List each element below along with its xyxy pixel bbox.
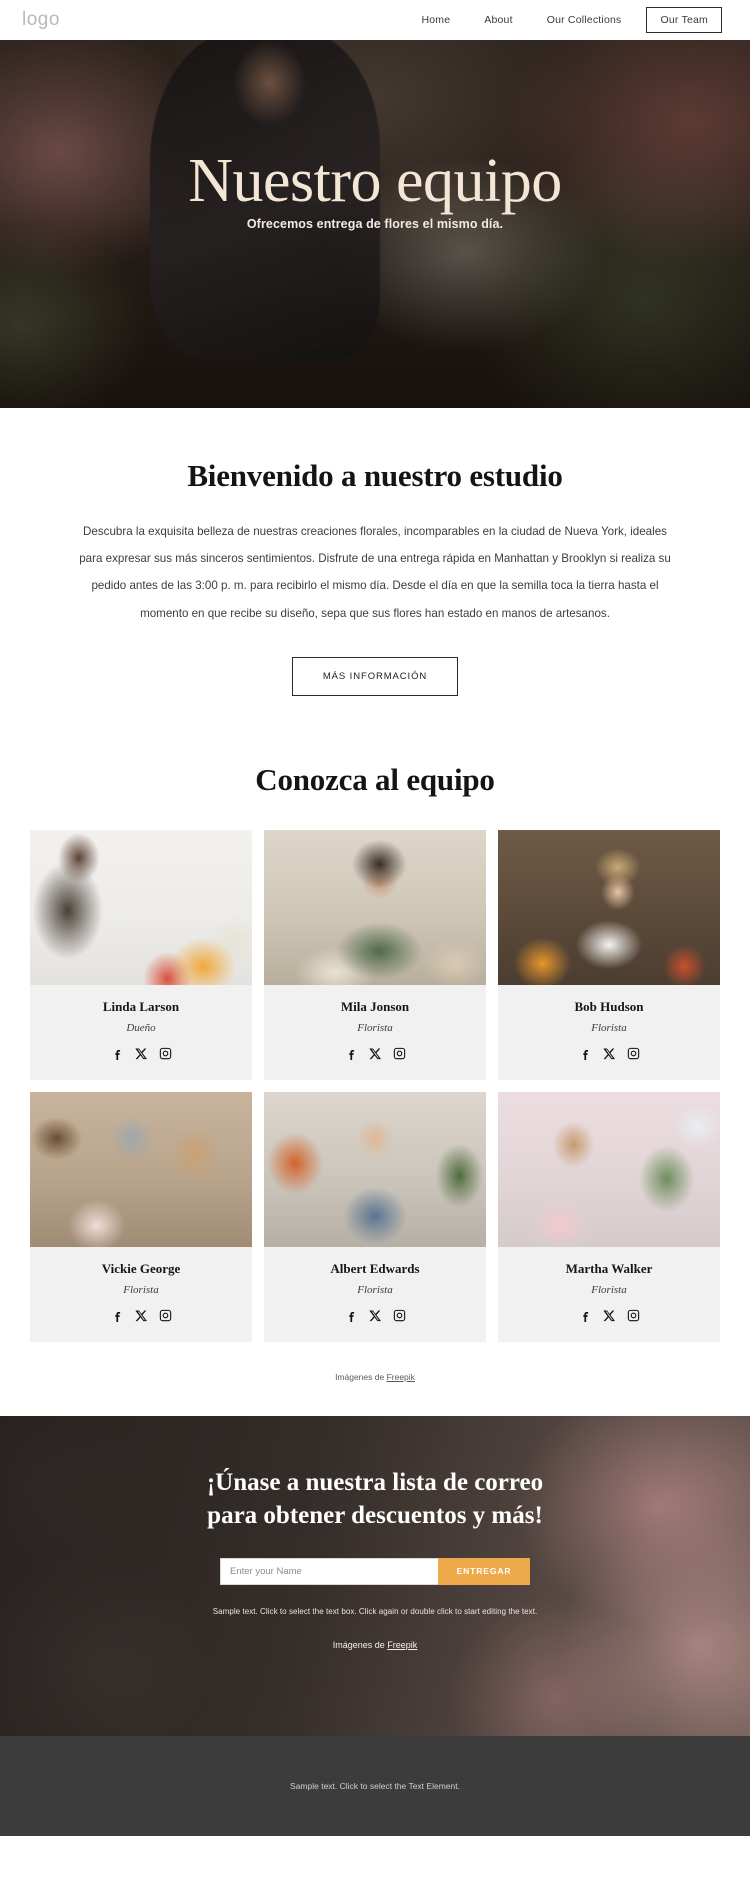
- hero-subtitle: Ofrecemos entrega de flores el mismo día…: [246, 217, 504, 232]
- instagram-icon[interactable]: [159, 1047, 172, 1060]
- member-name: Vickie George: [101, 1260, 181, 1276]
- welcome-section: Bienvenido a nuestro estudio Descubra la…: [0, 408, 750, 696]
- member-role: Florista: [591, 1021, 627, 1034]
- freepik-link[interactable]: Freepik: [387, 1372, 415, 1382]
- footer-sample-text[interactable]: Sample text. Click to select the Text El…: [290, 1781, 460, 1791]
- more-info-button[interactable]: MÁS INFORMACIÓN: [291, 656, 459, 696]
- newsletter-title: ¡Únase a nuestra lista de correo para ob…: [0, 1466, 750, 1532]
- member-name: Linda Larson: [102, 998, 180, 1014]
- newsletter-content: ¡Únase a nuestra lista de correo para ob…: [0, 1416, 750, 1650]
- member-info: Mila Jonson Florista: [264, 985, 486, 1080]
- main-navigation: Home About Our Collections Our Team: [404, 7, 728, 33]
- member-photo: [30, 829, 252, 985]
- member-name: Bob Hudson: [574, 998, 644, 1014]
- instagram-icon[interactable]: [159, 1309, 172, 1322]
- team-grid: Linda Larson Dueño Mila Jonson Florista: [30, 829, 720, 1342]
- hero-content: Nuestro equipo Ofrecemos entrega de flor…: [0, 40, 750, 231]
- nav-item-home[interactable]: Home: [404, 14, 467, 26]
- member-name: Martha Walker: [565, 1260, 653, 1276]
- page-root: logo Home About Our Collections Our Team…: [0, 0, 750, 1836]
- newsletter-title-line1: ¡Únase a nuestra lista de correo: [206, 1468, 544, 1496]
- member-photo: [264, 829, 486, 985]
- facebook-icon[interactable]: [111, 1047, 124, 1060]
- member-info: Bob Hudson Florista: [498, 985, 720, 1080]
- member-socials: [504, 1309, 714, 1322]
- newsletter-image-credit: Imágenes de Freepik: [0, 1640, 750, 1650]
- newsletter-section: ¡Únase a nuestra lista de correo para ob…: [0, 1415, 750, 1736]
- x-twitter-icon[interactable]: [368, 1309, 382, 1322]
- member-role: Florista: [357, 1021, 393, 1034]
- team-member-card[interactable]: Bob Hudson Florista: [498, 829, 720, 1080]
- member-photo: [498, 829, 720, 985]
- team-member-card[interactable]: Mila Jonson Florista: [264, 829, 486, 1080]
- x-twitter-icon[interactable]: [602, 1047, 616, 1060]
- instagram-icon[interactable]: [627, 1309, 640, 1322]
- member-info: Albert Edwards Florista: [264, 1247, 486, 1342]
- facebook-icon[interactable]: [579, 1047, 592, 1060]
- team-member-card[interactable]: Linda Larson Dueño: [30, 829, 252, 1080]
- newsletter-name-input[interactable]: [220, 1557, 438, 1585]
- team-image-credit: Imágenes de Freepik: [0, 1342, 750, 1416]
- freepik-link[interactable]: Freepik: [387, 1640, 417, 1650]
- credit-prefix: Imágenes de: [332, 1639, 388, 1650]
- newsletter-sample-note[interactable]: Sample text. Click to select the text bo…: [0, 1607, 750, 1616]
- x-twitter-icon[interactable]: [602, 1309, 616, 1322]
- member-photo: [498, 1091, 720, 1247]
- newsletter-submit-button[interactable]: ENTREGAR: [438, 1557, 530, 1585]
- member-role: Florista: [123, 1283, 159, 1296]
- team-member-card[interactable]: Albert Edwards Florista: [264, 1091, 486, 1342]
- member-socials: [270, 1047, 480, 1060]
- facebook-icon[interactable]: [345, 1047, 358, 1060]
- site-logo[interactable]: logo: [22, 9, 60, 31]
- facebook-icon[interactable]: [579, 1309, 592, 1322]
- member-info: Martha Walker Florista: [498, 1247, 720, 1342]
- hero-banner: Nuestro equipo Ofrecemos entrega de flor…: [0, 40, 750, 408]
- member-photo: [30, 1091, 252, 1247]
- instagram-icon[interactable]: [393, 1047, 406, 1060]
- member-socials: [270, 1309, 480, 1322]
- credit-prefix: Imágenes de: [335, 1371, 387, 1382]
- x-twitter-icon[interactable]: [134, 1309, 148, 1322]
- facebook-icon[interactable]: [111, 1309, 124, 1322]
- newsletter-form: ENTREGAR: [220, 1557, 530, 1585]
- site-header: logo Home About Our Collections Our Team: [0, 0, 750, 40]
- instagram-icon[interactable]: [627, 1047, 640, 1060]
- team-title: Conozca al equipo: [255, 761, 495, 797]
- team-section: Conozca al equipo Linda Larson Dueño Mil…: [0, 695, 750, 1416]
- team-member-card[interactable]: Martha Walker Florista: [498, 1091, 720, 1342]
- member-info: Linda Larson Dueño: [30, 985, 252, 1080]
- member-info: Vickie George Florista: [30, 1247, 252, 1342]
- member-role: Florista: [591, 1283, 627, 1296]
- hero-title: Nuestro equipo: [188, 147, 562, 215]
- welcome-title: Bienvenido a nuestro estudio: [187, 458, 563, 493]
- team-member-card[interactable]: Vickie George Florista: [30, 1091, 252, 1342]
- facebook-icon[interactable]: [345, 1309, 358, 1322]
- nav-item-our-team[interactable]: Our Team: [646, 7, 722, 33]
- newsletter-title-line2: para obtener descuentos y más!: [207, 1501, 543, 1529]
- member-role: Dueño: [126, 1021, 156, 1034]
- site-footer: Sample text. Click to select the Text El…: [0, 1735, 750, 1836]
- x-twitter-icon[interactable]: [134, 1047, 148, 1060]
- member-socials: [36, 1309, 246, 1322]
- member-name: Mila Jonson: [340, 998, 410, 1014]
- member-socials: [504, 1047, 714, 1060]
- nav-item-our-collections[interactable]: Our Collections: [530, 14, 639, 26]
- welcome-paragraph: Descubra la exquisita belleza de nuestra…: [79, 525, 671, 620]
- instagram-icon[interactable]: [393, 1309, 406, 1322]
- member-name: Albert Edwards: [330, 1260, 420, 1276]
- x-twitter-icon[interactable]: [368, 1047, 382, 1060]
- nav-item-about[interactable]: About: [467, 14, 529, 26]
- member-photo: [264, 1091, 486, 1247]
- member-socials: [36, 1047, 246, 1060]
- member-role: Florista: [357, 1283, 393, 1296]
